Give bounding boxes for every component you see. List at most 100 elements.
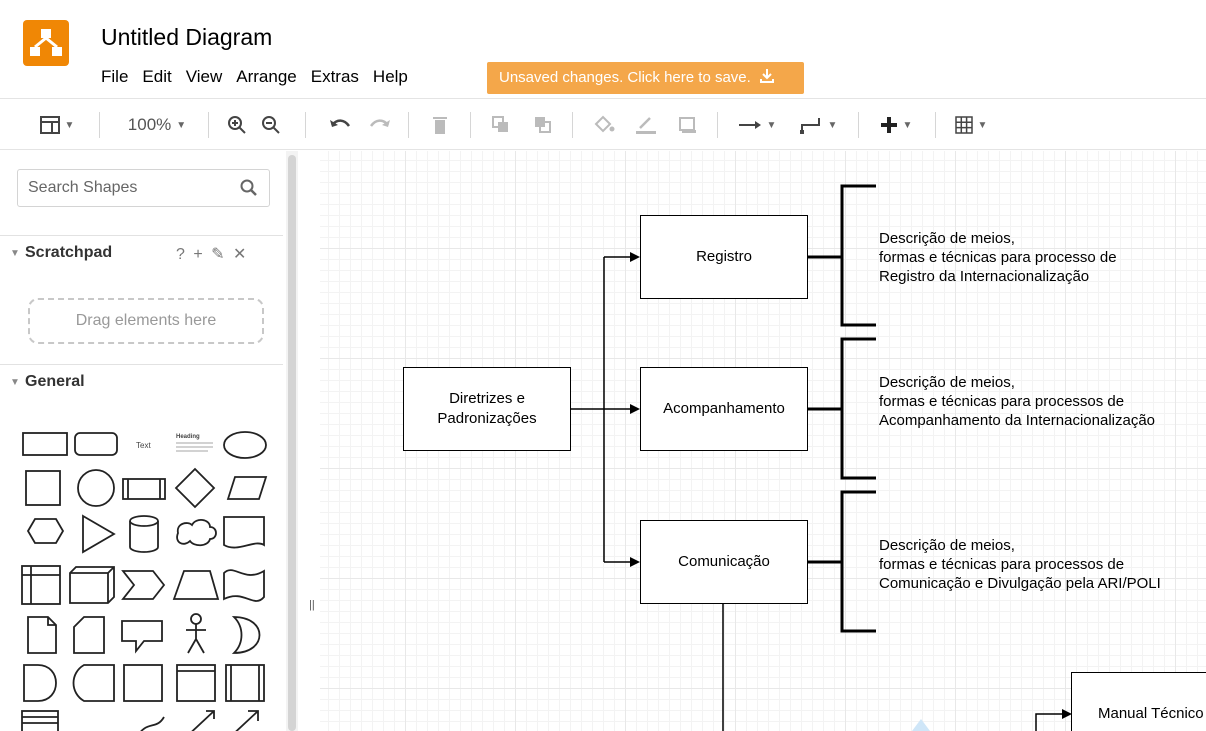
description-acompanhamento[interactable]: Descrição de meios, formas e técnicas pa…: [879, 373, 1155, 430]
save-banner-label: Unsaved changes. Click here to save.: [499, 69, 751, 86]
curve-shape: [140, 716, 165, 731]
chevron-down-icon: ▼: [10, 377, 20, 388]
drop-hint: Drag elements here: [75, 312, 217, 329]
chevron-down-icon: ▼: [827, 119, 838, 131]
zoom-dropdown[interactable]: 100% ▼: [112, 99, 202, 151]
waypoints-button[interactable]: ▼: [793, 99, 843, 151]
insert-icon: [880, 117, 897, 133]
description-comunicacao[interactable]: Descrição de meios, formas e técnicas pa…: [879, 536, 1161, 593]
unsaved-changes-button[interactable]: Unsaved changes. Click here to save.: [487, 62, 804, 94]
download-icon: [759, 69, 774, 83]
actor-shape: [186, 624, 206, 654]
toolbar-divider: [717, 112, 718, 138]
node-manual-tecnico[interactable]: Manual Técnico: [1071, 672, 1206, 731]
arrow-shape: [235, 710, 259, 731]
scratchpad-tools[interactable]: ? + ✎ ✕: [176, 244, 248, 264]
toolbar-divider: [470, 112, 471, 138]
heading-shape-label: Heading: [176, 434, 200, 440]
table-button[interactable]: ▼: [948, 99, 994, 151]
card-shape: [73, 616, 105, 654]
to-front-icon: [492, 116, 508, 132]
sidebar-splitter[interactable]: [298, 151, 320, 731]
delay-shape: [23, 664, 57, 702]
shadow-button[interactable]: [674, 99, 702, 151]
circle-shape: [77, 469, 115, 507]
cylinder-top: [129, 515, 159, 527]
node-registro[interactable]: Registro: [640, 215, 808, 299]
ellipse-shape: [223, 431, 267, 459]
chevron-down-icon: ▼: [176, 119, 187, 131]
shape-palette[interactable]: Text Heading List Item: [18, 421, 270, 731]
search-placeholder: Search Shapes: [28, 179, 138, 196]
toolbar-divider: [208, 112, 209, 138]
redo-button[interactable]: [365, 99, 395, 151]
toolbar-divider: [858, 112, 859, 138]
app-window: Untitled Diagram File Edit View Arrange …: [0, 0, 1206, 731]
text-shape-label: Text: [136, 441, 151, 450]
chevron-down-icon: ▼: [902, 119, 913, 131]
scrollbar-thumb[interactable]: [288, 155, 296, 731]
menu-view[interactable]: View: [186, 64, 223, 90]
connection-icon: [738, 121, 761, 129]
toolbar-divider: [99, 112, 100, 138]
square-shape-2: [123, 664, 163, 702]
menu-arrange[interactable]: Arrange: [236, 64, 296, 90]
to-back-button[interactable]: [530, 99, 556, 151]
undo-button[interactable]: [325, 99, 355, 151]
node-label: Registro: [696, 248, 752, 265]
node-comunicacao[interactable]: Comunicação: [640, 520, 808, 604]
drawio-logo-icon[interactable]: [23, 20, 69, 66]
bidirectional-arrow-shape: [183, 710, 215, 731]
toolbar: ▼ 100% ▼ ▼ ▼ ▼ ▼: [0, 98, 1206, 150]
list-rows: [22, 716, 58, 724]
document-shape: [223, 516, 265, 549]
node-diretrizes[interactable]: Diretrizes e Padronizações: [403, 367, 571, 451]
menu-extras[interactable]: Extras: [311, 64, 359, 90]
menu-edit[interactable]: Edit: [142, 64, 171, 90]
search-shapes-input[interactable]: Search Shapes: [17, 169, 270, 207]
menu-bar: File Edit View Arrange Extras Help: [101, 64, 422, 90]
node-label: Comunicação: [678, 553, 770, 570]
chevron-down-icon: ▼: [766, 119, 777, 131]
waypoints-icon: [799, 118, 820, 134]
search-icon[interactable]: [239, 178, 259, 198]
menu-file[interactable]: File: [101, 64, 128, 90]
node-label: Diretrizes e Padronizações: [437, 390, 537, 427]
cloud-shape: [176, 519, 217, 547]
scratchpad-drop-zone[interactable]: Drag elements here: [28, 298, 264, 344]
trapezoid-shape: [172, 570, 220, 600]
shadow-icon: [679, 117, 696, 133]
connection-style-button[interactable]: ▼: [733, 99, 781, 151]
format-panel-icon: [39, 116, 60, 134]
format-panel-button[interactable]: ▼: [32, 99, 82, 151]
fill-color-button[interactable]: [590, 99, 618, 151]
internal-storage-shape: [21, 565, 61, 605]
scratchpad-header[interactable]: ▼ Scratchpad ? + ✎ ✕: [0, 235, 283, 275]
description-registro[interactable]: Descrição de meios, formas e técnicas pa…: [879, 229, 1117, 286]
internal-storage-lines: [22, 566, 60, 604]
line-color-button[interactable]: [632, 99, 660, 151]
node-acompanhamento[interactable]: Acompanhamento: [640, 367, 808, 451]
insert-button[interactable]: ▼: [872, 99, 920, 151]
undo-icon: [330, 119, 351, 127]
cube-shape: [69, 566, 115, 604]
scratchpad-title: Scratchpad: [25, 244, 113, 261]
delete-icon: [433, 117, 447, 134]
splitter-handle-icon[interactable]: ||: [309, 599, 315, 611]
header: Untitled Diagram File Edit View Arrange …: [0, 0, 1206, 95]
zoom-out-button[interactable]: [257, 99, 285, 151]
menu-help[interactable]: Help: [373, 64, 408, 90]
delete-button[interactable]: [427, 99, 453, 151]
general-header[interactable]: ▼ General: [0, 364, 283, 404]
step-shape: [121, 570, 166, 600]
toolbar-divider: [305, 112, 306, 138]
actor-head: [190, 613, 202, 625]
document-title[interactable]: Untitled Diagram: [101, 24, 272, 51]
note-shape: [27, 616, 57, 654]
sidebar-scrollbar[interactable]: [286, 151, 298, 731]
to-front-button[interactable]: [488, 99, 514, 151]
toolbar-divider: [408, 112, 409, 138]
chevron-down-icon: ▼: [64, 119, 75, 131]
zoom-in-button[interactable]: [223, 99, 251, 151]
subprocess-lines: [230, 665, 260, 701]
